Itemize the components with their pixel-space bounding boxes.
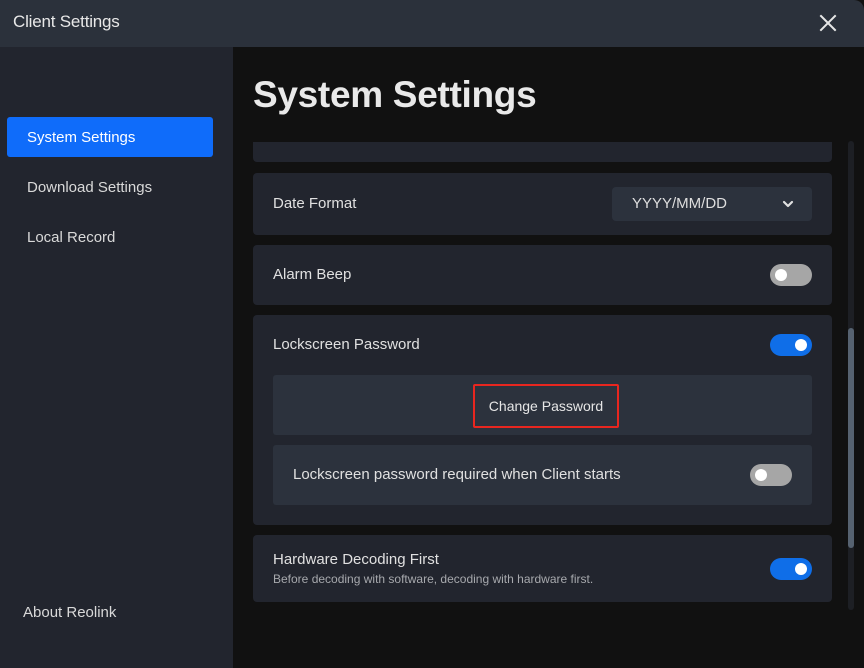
toggle-knob <box>775 269 787 281</box>
hardware-decoding-description: Before decoding with software, decoding … <box>273 572 594 586</box>
change-password-label: Change Password <box>488 398 604 414</box>
setting-card-alarm-beep: Alarm Beep <box>253 245 832 305</box>
alarm-beep-toggle[interactable] <box>770 264 812 286</box>
password-on-start-panel: Lockscreen password required when Client… <box>273 445 812 505</box>
chevron-down-icon <box>782 200 794 208</box>
date-format-select[interactable]: YYYY/MM/DD <box>612 187 812 221</box>
close-icon <box>819 14 837 32</box>
main-panel: System Settings Date Format YYYY/MM/DD A… <box>233 47 864 668</box>
setting-card-date-format: Date Format YYYY/MM/DD <box>253 173 832 235</box>
sidebar-item-label: Local Record <box>27 228 116 246</box>
alarm-beep-label: Alarm Beep <box>273 266 352 283</box>
sidebar: System Settings Download Settings Local … <box>0 47 233 668</box>
change-password-button[interactable]: Change Password <box>473 384 619 428</box>
sidebar-item-system-settings[interactable]: System Settings <box>7 117 213 157</box>
hardware-decoding-label: Hardware Decoding First <box>273 551 439 568</box>
sidebar-item-label: System Settings <box>27 128 136 146</box>
setting-card-hardware-decoding: Hardware Decoding First Before decoding … <box>253 535 832 602</box>
toggle-knob <box>755 469 767 481</box>
setting-card-lockscreen-password: Lockscreen Password Change Password Lock… <box>253 315 832 525</box>
date-format-label: Date Format <box>273 195 357 212</box>
change-password-panel: Change Password <box>273 375 812 435</box>
scrollbar-thumb[interactable] <box>848 328 854 548</box>
window-title: Client Settings <box>13 12 120 31</box>
page-title: System Settings <box>253 74 537 115</box>
title-bar: Client Settings <box>0 0 864 47</box>
setting-card-partial <box>253 142 832 162</box>
sidebar-item-label: Download Settings <box>27 178 153 196</box>
sidebar-item-local-record[interactable]: Local Record <box>7 217 213 257</box>
date-format-value: YYYY/MM/DD <box>632 195 728 212</box>
toggle-knob <box>795 339 807 351</box>
toggle-knob <box>795 563 807 575</box>
sidebar-item-download-settings[interactable]: Download Settings <box>7 167 213 207</box>
lockscreen-password-label: Lockscreen Password <box>273 336 420 353</box>
close-button[interactable] <box>812 8 844 38</box>
hardware-decoding-toggle[interactable] <box>770 558 812 580</box>
settings-list: Date Format YYYY/MM/DD Alarm Beep Locksc… <box>253 142 833 668</box>
password-on-start-label: Lockscreen password required when Client… <box>293 466 621 483</box>
lockscreen-password-toggle[interactable] <box>770 334 812 356</box>
password-on-start-toggle[interactable] <box>750 464 792 486</box>
about-reolink-link[interactable]: About Reolink <box>23 604 116 621</box>
